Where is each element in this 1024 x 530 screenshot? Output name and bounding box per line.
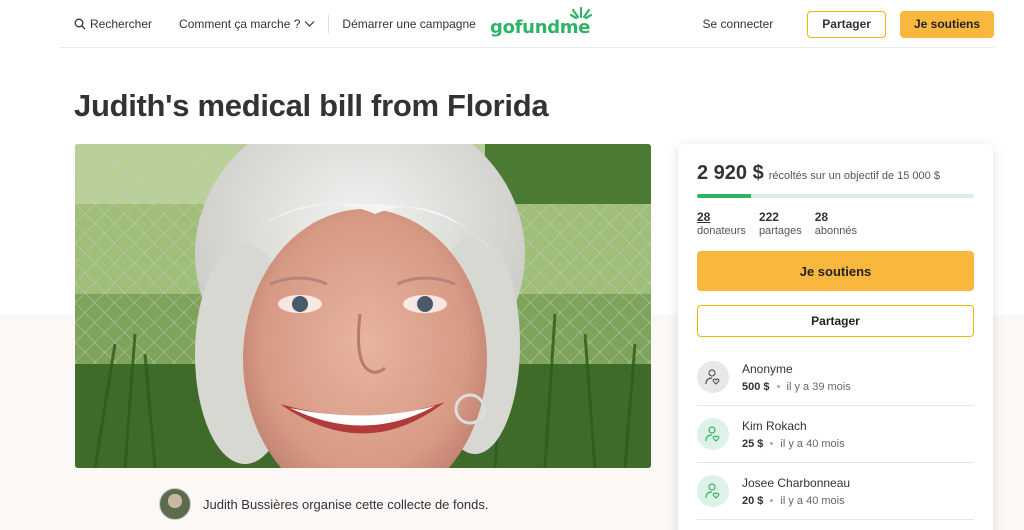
donation-item: Kim Rokach 25 $ il y a 40 mois (697, 406, 974, 463)
donation-amount: 500 $ (742, 380, 770, 393)
organizer-row: Judith Bussières organise cette collecte… (159, 488, 488, 520)
amount-row: 2 920 $ récoltés sur un objectif de 15 0… (697, 162, 974, 185)
donation-time: il y a 39 mois (786, 380, 851, 393)
donation-meta: 500 $ il y a 39 mois (742, 381, 851, 393)
stat-followers-label: abonnés (814, 225, 857, 237)
separator-dot (770, 499, 774, 502)
stat-donors-label: donateurs (697, 225, 746, 237)
organizer-avatar[interactable] (159, 488, 191, 520)
header-share-button[interactable]: Partager (807, 10, 886, 38)
start-campaign-label: Démarrer une campagne (342, 17, 476, 31)
top-nav: Rechercher Comment ça marche ? Démarrer … (60, 0, 994, 48)
stat-followers: 28 abonnés (815, 210, 857, 238)
stat-shares: 222 partages (759, 210, 802, 238)
how-it-works-label: Comment ça marche ? (179, 17, 301, 31)
progress-fill (697, 194, 751, 198)
stat-donors[interactable]: 28 donateurs (697, 210, 746, 238)
donation-amount: 25 $ (742, 437, 764, 450)
donation-item: Anonyme 500 $ il y a 39 mois (697, 349, 974, 406)
sign-in-link[interactable]: Se connecter (703, 17, 774, 31)
stat-shares-label: partages (758, 225, 802, 237)
separator-dot (770, 442, 774, 445)
donor-heart-icon (697, 418, 729, 450)
separator-dot (776, 385, 780, 388)
page: Rechercher Comment ça marche ? Démarrer … (0, 0, 1024, 530)
campaign-photo[interactable] (75, 144, 651, 468)
stat-donors-number: 28 (697, 210, 711, 224)
donation-meta: 25 $ il y a 40 mois (742, 438, 845, 450)
donor-heart-icon (697, 475, 729, 507)
search-icon (74, 18, 86, 30)
gofundme-logo[interactable]: gofundme (490, 6, 593, 38)
start-campaign-link[interactable]: Démarrer une campagne (329, 0, 488, 48)
search-label: Rechercher (90, 17, 153, 31)
donation-amount: 20 $ (742, 494, 764, 507)
donor-name: Josee Charbonneau (742, 475, 851, 490)
donation-item: Josee Charbonneau 20 $ il y a 40 mois (697, 463, 974, 520)
stats-row: 28 donateurs 222 partages 28 abonnés (697, 210, 974, 238)
raised-amount: 2 920 $ (697, 162, 764, 184)
campaign-photo-image (75, 144, 651, 468)
donate-button[interactable]: Je soutiens (697, 251, 974, 291)
logo-text: gofundme (490, 17, 591, 38)
nav-right: Se connecter Partager Je soutiens (703, 0, 994, 48)
campaign-title: Judith's medical bill from Florida (74, 88, 549, 123)
donation-list: Anonyme 500 $ il y a 39 mois Kim Rokach … (697, 349, 974, 520)
donation-meta: 20 $ il y a 40 mois (742, 495, 850, 507)
organizer-text: Judith Bussières organise cette collecte… (203, 496, 489, 512)
nav-left: Rechercher Comment ça marche ? Démarrer … (74, 0, 489, 48)
donor-name: Kim Rokach (742, 418, 807, 433)
share-button[interactable]: Partager (697, 305, 974, 337)
logo-sprout-icon (570, 6, 593, 20)
progress-bar (697, 194, 974, 198)
donor-name: Anonyme (742, 361, 793, 376)
search-link[interactable]: Rechercher (74, 0, 165, 48)
chevron-down-icon (304, 21, 315, 27)
how-it-works-menu[interactable]: Comment ça marche ? (165, 0, 328, 48)
donation-time: il y a 40 mois (780, 437, 845, 450)
donor-heart-icon (697, 361, 729, 393)
stat-followers-number: 28 (814, 210, 829, 224)
donation-card: 2 920 $ récoltés sur un objectif de 15 0… (678, 144, 993, 530)
header-donate-button[interactable]: Je soutiens (899, 10, 994, 38)
donation-time: il y a 40 mois (780, 494, 845, 507)
goal-text: récoltés sur un objectif de 15 000 $ (768, 170, 940, 182)
stat-shares-number: 222 (758, 210, 779, 224)
